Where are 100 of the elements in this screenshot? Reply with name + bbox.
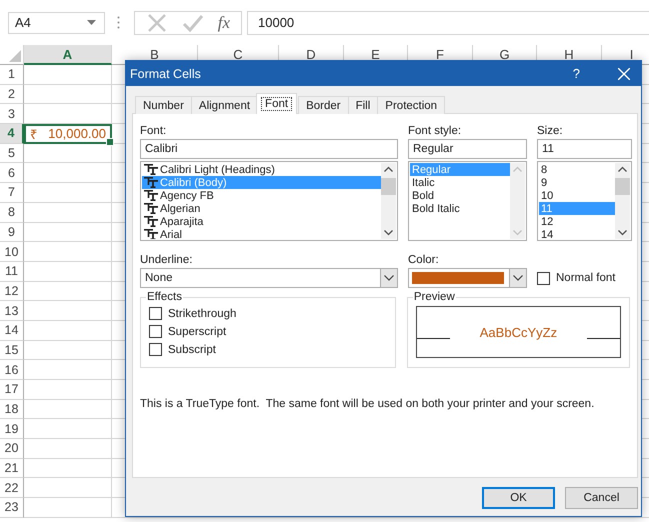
list-item[interactable]: Italic bbox=[410, 176, 510, 189]
select-all-icon[interactable] bbox=[9, 50, 21, 62]
table-cell[interactable] bbox=[24, 498, 112, 518]
table-cell[interactable] bbox=[24, 380, 112, 400]
row-header[interactable]: 22 bbox=[0, 478, 24, 498]
row-header[interactable]: 23 bbox=[0, 498, 24, 518]
row-header[interactable]: 2 bbox=[0, 84, 24, 104]
effect-checkbox[interactable]: Strikethrough bbox=[149, 307, 389, 320]
row-header[interactable]: 1 bbox=[0, 65, 24, 85]
table-cell[interactable] bbox=[24, 439, 112, 459]
normal-font-checkbox[interactable]: Normal font bbox=[537, 268, 632, 288]
list-item[interactable]: Bold bbox=[410, 189, 510, 202]
truetype-icon bbox=[144, 216, 158, 227]
scroll-bar[interactable] bbox=[510, 163, 525, 239]
tab[interactable]: Border bbox=[298, 96, 349, 114]
list-item[interactable]: 12 bbox=[539, 215, 615, 228]
row-header[interactable]: 9 bbox=[0, 222, 24, 242]
cancel-icon[interactable] bbox=[146, 12, 168, 32]
table-cell[interactable] bbox=[24, 478, 112, 498]
group-title: Preview bbox=[412, 291, 456, 303]
truetype-icon bbox=[144, 229, 158, 239]
table-cell[interactable] bbox=[24, 262, 112, 282]
table-cell[interactable] bbox=[24, 65, 112, 85]
active-cell[interactable]: ₹ 10,000.00 bbox=[24, 124, 112, 144]
row-header[interactable]: 11 bbox=[0, 262, 24, 282]
row-header[interactable]: 5 bbox=[0, 144, 24, 164]
column-header[interactable]: A bbox=[24, 45, 112, 65]
table-cell[interactable] bbox=[24, 144, 112, 164]
row-header[interactable]: 8 bbox=[0, 202, 24, 222]
row-header[interactable]: 16 bbox=[0, 360, 24, 380]
table-cell[interactable] bbox=[24, 360, 112, 380]
row-header[interactable]: 6 bbox=[0, 163, 24, 184]
row-header[interactable]: 12 bbox=[0, 282, 24, 302]
table-cell[interactable] bbox=[24, 400, 112, 420]
table-cell[interactable] bbox=[24, 340, 112, 360]
color-dropdown[interactable] bbox=[408, 268, 527, 288]
row-header[interactable]: 10 bbox=[0, 242, 24, 262]
list-item[interactable]: Agency FB bbox=[142, 189, 381, 202]
table-cell[interactable] bbox=[24, 202, 112, 222]
tab[interactable]: Number bbox=[135, 96, 192, 114]
caret-icon bbox=[87, 20, 96, 25]
text-field[interactable]: Regular bbox=[408, 139, 527, 159]
row-header[interactable]: 21 bbox=[0, 458, 24, 478]
field-label: Color: bbox=[408, 253, 440, 268]
check-icon[interactable] bbox=[182, 12, 204, 32]
table-cell[interactable] bbox=[24, 104, 112, 124]
truetype-icon bbox=[144, 190, 158, 201]
currency-symbol: ₹ bbox=[30, 126, 37, 143]
list-item[interactable]: Aparajita bbox=[142, 215, 381, 228]
font-note: This is a TrueType font. The same font will be used on both your printer and your screen. bbox=[140, 398, 596, 410]
tab[interactable]: Protection bbox=[377, 96, 446, 114]
list-item[interactable]: Bold Italic bbox=[410, 202, 510, 215]
list-item[interactable]: 9 bbox=[539, 176, 615, 189]
row-header[interactable]: 17 bbox=[0, 380, 24, 400]
row-header[interactable]: 13 bbox=[0, 301, 24, 321]
list-item[interactable]: Calibri Light (Headings) bbox=[142, 163, 381, 176]
list-item[interactable]: Arial bbox=[142, 228, 381, 239]
group-title: Effects bbox=[146, 291, 183, 303]
table-cell[interactable] bbox=[24, 282, 112, 302]
formula-input[interactable]: 10000 bbox=[247, 10, 649, 34]
help-button[interactable]: ? bbox=[572, 66, 580, 81]
insert-function-button[interactable]: fx bbox=[218, 12, 230, 32]
tab[interactable]: Fill bbox=[348, 96, 378, 114]
field-label: Underline: bbox=[140, 253, 194, 268]
effect-checkbox[interactable]: Subscript bbox=[149, 343, 389, 356]
row-header[interactable]: 18 bbox=[0, 400, 24, 420]
close-icon[interactable] bbox=[618, 68, 630, 80]
row-header[interactable]: 7 bbox=[0, 183, 24, 203]
table-cell[interactable] bbox=[24, 84, 112, 104]
ok-button[interactable]: OK bbox=[482, 487, 555, 509]
table-cell[interactable] bbox=[24, 163, 112, 184]
list-item[interactable]: 10 bbox=[539, 189, 615, 202]
table-cell[interactable] bbox=[24, 419, 112, 440]
name-box[interactable]: A4 bbox=[8, 12, 105, 34]
caret-icon bbox=[384, 275, 394, 281]
list-item[interactable]: 14 bbox=[539, 228, 615, 239]
table-cell[interactable] bbox=[24, 183, 112, 203]
row-header[interactable]: 20 bbox=[0, 439, 24, 459]
row-header[interactable]: 19 bbox=[0, 419, 24, 440]
tab[interactable]: Alignment bbox=[190, 96, 258, 114]
table-cell[interactable] bbox=[24, 458, 112, 478]
table-cell[interactable] bbox=[24, 242, 112, 262]
scroll-bar[interactable] bbox=[615, 163, 630, 239]
tab[interactable]: Font bbox=[256, 93, 298, 114]
row-header[interactable]: 4 bbox=[0, 124, 24, 144]
field-label: Font style: bbox=[408, 124, 462, 139]
text-field[interactable]: 11 bbox=[537, 139, 632, 159]
effect-checkbox[interactable]: Superscript bbox=[149, 325, 389, 338]
list-item[interactable]: Algerian bbox=[142, 202, 381, 215]
caret-icon bbox=[513, 275, 523, 281]
row-header[interactable]: 15 bbox=[0, 340, 24, 360]
scroll-bar[interactable] bbox=[381, 163, 396, 239]
cancel-button[interactable]: Cancel bbox=[565, 487, 638, 509]
underline-dropdown[interactable]: None bbox=[140, 268, 398, 288]
list-item[interactable]: 8 bbox=[539, 163, 615, 176]
table-cell[interactable] bbox=[24, 222, 112, 242]
text-field[interactable]: Calibri bbox=[140, 139, 398, 159]
table-cell[interactable] bbox=[24, 301, 112, 321]
row-header[interactable]: 14 bbox=[0, 320, 24, 341]
table-cell[interactable] bbox=[24, 320, 112, 341]
